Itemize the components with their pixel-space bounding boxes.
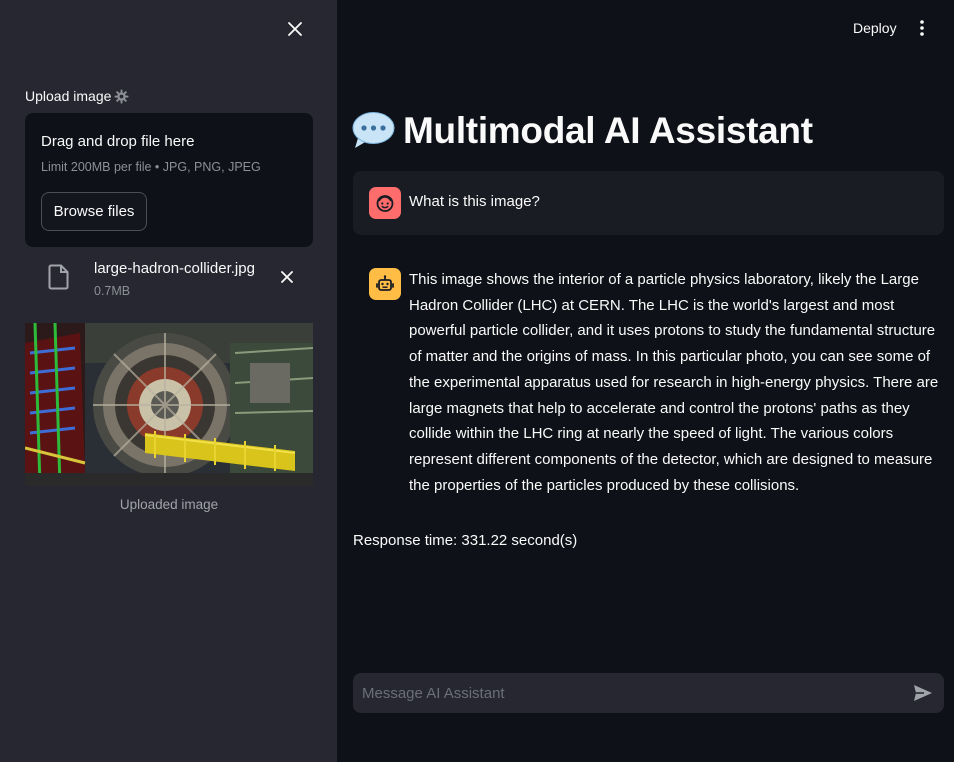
robot-face-icon <box>376 275 394 291</box>
assistant-message-text: This image shows the interior of a parti… <box>409 271 939 494</box>
page-title: Multimodal AI Assistant <box>352 106 813 156</box>
user-avatar <box>369 187 401 219</box>
chat-message-user: What is this image? <box>353 171 944 235</box>
dropzone-title: Drag and drop file here <box>41 133 195 150</box>
browse-files-button[interactable]: Browse files <box>41 192 147 231</box>
chat-message-assistant: This image shows the interior of a parti… <box>353 255 944 505</box>
file-dropzone[interactable]: Drag and drop file here Limit 200MB per … <box>25 113 313 247</box>
send-icon <box>914 685 932 701</box>
gear-icon[interactable] <box>114 89 129 104</box>
file-size: 0.7MB <box>94 284 131 298</box>
close-icon <box>288 22 302 36</box>
collider-photo <box>25 323 313 486</box>
response-time: Response time: 331.22 second(s) <box>353 532 578 549</box>
sidebar: Upload image Drag and drop file here Lim… <box>0 0 337 762</box>
main-menu-button[interactable] <box>911 14 933 42</box>
uploaded-image <box>25 323 313 486</box>
user-message-text: What is this image? <box>409 193 540 210</box>
image-caption: Uploaded image <box>119 497 219 512</box>
app: Upload image Drag and drop file here Lim… <box>0 0 954 762</box>
deploy-button[interactable]: Deploy <box>844 15 906 41</box>
speech-balloon-icon <box>352 112 395 148</box>
file-name: large-hadron-collider.jpg <box>94 260 255 277</box>
close-icon <box>281 271 293 283</box>
assistant-avatar <box>369 268 401 300</box>
uploaded-file-item: large-hadron-collider.jpg 0.7MB <box>25 255 313 303</box>
sidebar-close-button[interactable] <box>282 16 308 42</box>
send-button[interactable] <box>910 681 936 705</box>
upload-label-text: Upload image <box>25 88 112 104</box>
remove-file-button[interactable] <box>275 265 299 289</box>
dropzone-limits: Limit 200MB per file • JPG, PNG, JPEG <box>41 160 261 174</box>
more-vertical-icon <box>920 20 924 36</box>
user-face-icon <box>376 195 394 212</box>
page-title-text: Multimodal AI Assistant <box>403 110 813 151</box>
upload-label: Upload image <box>25 88 129 104</box>
chat-input-container <box>353 673 944 713</box>
chat-input[interactable] <box>353 673 893 713</box>
file-icon <box>48 264 69 290</box>
